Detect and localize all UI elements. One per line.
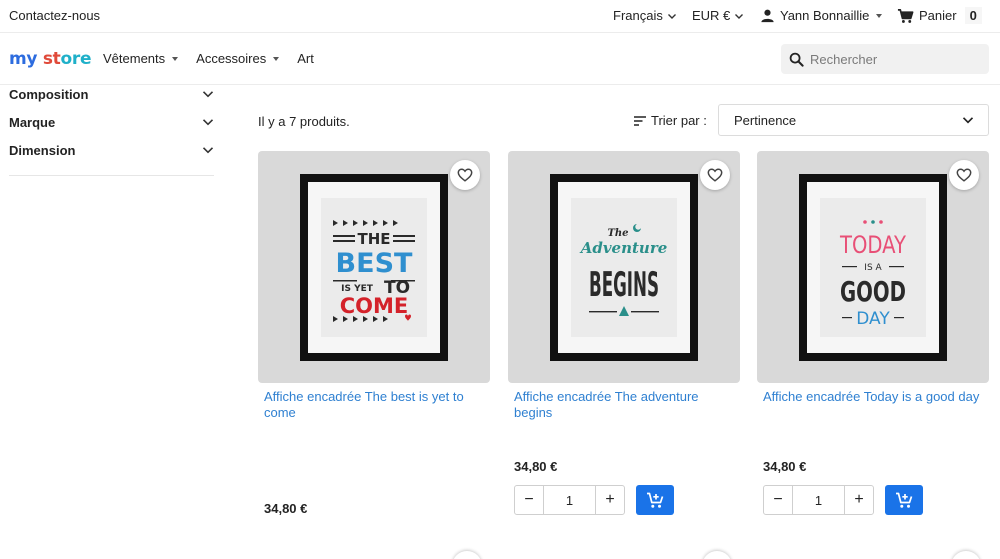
product-thumbnail[interactable]: TODAY IS A GOOD DAY	[757, 151, 989, 383]
product-price: 34,80 €	[264, 501, 308, 516]
svg-text:Adventure: Adventure	[579, 239, 668, 257]
svg-text:COME: COME	[340, 294, 409, 318]
poster-frame: The Adventure BEGINS	[550, 174, 698, 361]
top-bar: Contactez-nous Français EUR € Yann Bonna…	[0, 0, 1000, 33]
svg-text:DAY: DAY	[856, 309, 890, 329]
user-icon	[761, 9, 774, 23]
filter-marque[interactable]: Marque	[9, 108, 214, 136]
user-account-menu[interactable]: Yann Bonnaillie	[760, 8, 883, 23]
filter-composition[interactable]: Composition	[9, 80, 214, 108]
cart-icon	[897, 8, 914, 23]
product-card: The Adventure BEGINS Affiche encadrée Th…	[508, 151, 740, 515]
poster-frame: THE BEST IS YET TO COME	[300, 174, 448, 361]
search-input[interactable]	[810, 51, 980, 67]
quantity-decrease-button[interactable]: −	[515, 486, 543, 514]
quantity-stepper: − 1 +	[763, 485, 874, 515]
product-price: 34,80 €	[763, 459, 807, 474]
product-card: TODAY IS A GOOD DAY Affiche encadrée Tod…	[757, 151, 989, 515]
poster-artwork: The Adventure BEGINS	[571, 198, 677, 337]
cart-link[interactable]: Panier 0	[897, 7, 982, 24]
caret-down-icon	[273, 56, 280, 61]
wishlist-button[interactable]	[700, 160, 730, 190]
sort-select[interactable]: Pertinence	[718, 104, 989, 136]
product-price: 34,80 €	[514, 459, 558, 474]
heart-icon	[457, 168, 473, 182]
product-thumbnail[interactable]: The Adventure BEGINS	[508, 151, 740, 383]
product-card: THE BEST IS YET TO COME Affiche encadrée…	[258, 151, 490, 516]
add-to-cart-icon	[647, 492, 664, 508]
product-count: Il y a 7 produits.	[258, 114, 350, 129]
poster-artwork: TODAY IS A GOOD DAY	[820, 198, 926, 337]
svg-text:BEGINS: BEGINS	[589, 265, 659, 305]
poster-frame: TODAY IS A GOOD DAY	[799, 174, 947, 361]
chevron-down-icon	[202, 147, 214, 154]
chevron-down-icon	[962, 117, 974, 124]
product-title-link[interactable]: Affiche encadrée The best is yet to come	[264, 389, 486, 421]
user-name: Yann Bonnaillie	[780, 8, 870, 23]
heart-icon	[707, 168, 723, 182]
chevron-down-icon	[202, 91, 214, 98]
svg-text:GOOD: GOOD	[840, 275, 906, 308]
wishlist-button[interactable]	[949, 160, 979, 190]
store-logo[interactable]: my store	[9, 49, 91, 69]
caret-down-icon	[876, 13, 883, 18]
svg-text:TODAY: TODAY	[839, 231, 906, 259]
nav-item-accessoires[interactable]: Accessoires	[196, 51, 280, 66]
heart-icon	[956, 168, 972, 182]
language-label: Français	[613, 8, 663, 23]
poster-artwork: THE BEST IS YET TO COME	[321, 198, 427, 337]
filter-dimension[interactable]: Dimension	[9, 136, 214, 164]
search-icon[interactable]	[789, 52, 804, 67]
product-title-link[interactable]: Affiche encadrée Today is a good day	[763, 389, 985, 405]
svg-text:IS A: IS A	[864, 263, 882, 273]
wishlist-button[interactable]	[951, 551, 981, 559]
main-header: my store Vêtements Accessoires Art	[0, 33, 1000, 85]
currency-label: EUR €	[692, 8, 731, 23]
quantity-decrease-button[interactable]: −	[764, 486, 792, 514]
sort-value: Pertinence	[734, 112, 797, 128]
filters-sidebar: Composition Marque Dimension	[9, 80, 214, 176]
sort-icon	[634, 115, 646, 126]
cart-label: Panier	[919, 8, 957, 23]
language-selector[interactable]: Français	[613, 8, 677, 23]
product-title-link[interactable]: Affiche encadrée The adventure begins	[514, 389, 736, 421]
wishlist-button[interactable]	[702, 551, 732, 559]
quantity-input[interactable]: 1	[792, 486, 845, 514]
svg-text:The: The	[607, 228, 628, 239]
search-box[interactable]	[781, 44, 989, 74]
currency-selector[interactable]: EUR €	[692, 8, 744, 23]
cart-count-badge: 0	[964, 7, 982, 24]
nav-item-vetements[interactable]: Vêtements	[103, 51, 179, 66]
add-to-cart-icon	[896, 492, 913, 508]
quantity-stepper: − 1 +	[514, 485, 625, 515]
svg-text:THE: THE	[357, 230, 390, 248]
svg-text:IS YET: IS YET	[341, 284, 374, 294]
sort-label: Trier par :	[633, 113, 707, 128]
contact-link[interactable]: Contactez-nous	[9, 8, 100, 23]
product-thumbnail[interactable]: THE BEST IS YET TO COME	[258, 151, 490, 383]
add-to-cart-button[interactable]	[636, 485, 674, 515]
chevron-down-icon	[202, 119, 214, 126]
nav-item-art[interactable]: Art	[297, 51, 314, 66]
svg-text:BEST: BEST	[336, 248, 413, 279]
add-to-cart-button[interactable]	[885, 485, 923, 515]
quantity-input[interactable]: 1	[543, 486, 596, 514]
chevron-down-icon	[667, 13, 676, 19]
sidebar-divider	[9, 175, 214, 176]
quantity-increase-button[interactable]: +	[596, 486, 624, 514]
main-nav: Vêtements Accessoires Art	[103, 51, 332, 66]
wishlist-button[interactable]	[452, 551, 482, 559]
caret-down-icon	[172, 56, 179, 61]
chevron-down-icon	[735, 13, 744, 19]
wishlist-button[interactable]	[450, 160, 480, 190]
quantity-increase-button[interactable]: +	[845, 486, 873, 514]
